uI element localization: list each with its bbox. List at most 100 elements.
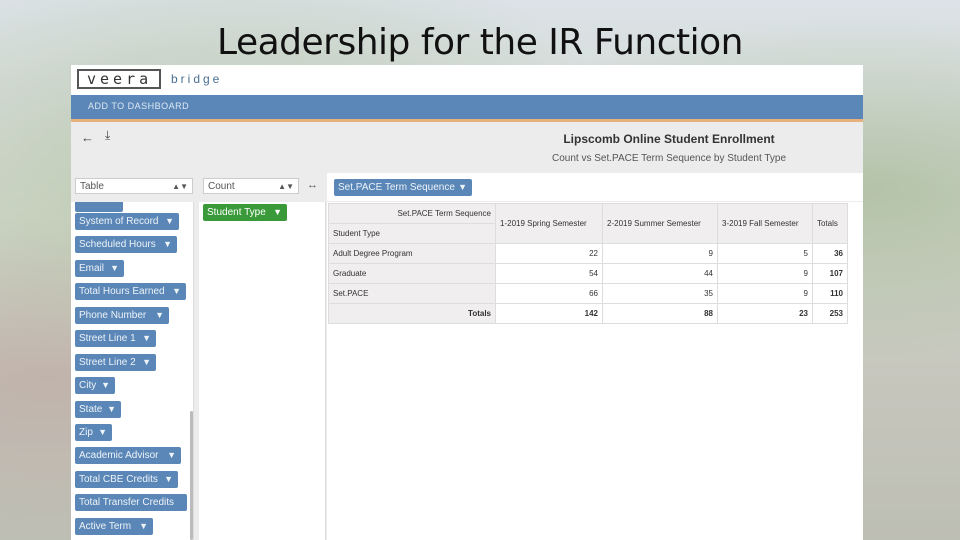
row-label: Adult Degree Program: [328, 243, 496, 264]
field-label: Street Line 1: [79, 333, 136, 344]
column-total: 23: [717, 303, 813, 324]
table-row: Adult Degree Program 22 9 5 36: [328, 243, 848, 264]
field-label: State: [79, 404, 103, 415]
field-pill[interactable]: State ▼: [75, 401, 121, 418]
field-pill[interactable]: Active Term ▼: [75, 518, 153, 535]
field-pill[interactable]: Total CBE Credits ▼: [75, 471, 178, 488]
row-field-label: Student Type: [207, 207, 266, 218]
filter-icon[interactable]: ▼: [172, 283, 181, 300]
veera-logo: veera: [77, 69, 161, 89]
cell-value: 5: [717, 243, 813, 264]
cell-value: 9: [717, 283, 813, 304]
row-label: Graduate: [328, 263, 496, 284]
column-total: 88: [602, 303, 718, 324]
filter-icon[interactable]: ▼: [164, 471, 173, 488]
table-row: Graduate 54 44 9 107: [328, 263, 848, 284]
column-header: 2-2019 Summer Semester: [602, 203, 718, 244]
filter-icon[interactable]: ▼: [142, 354, 151, 371]
field-pill[interactable]: Street Line 2 ▼: [75, 354, 156, 371]
field-label: Total Hours Earned: [79, 286, 165, 297]
row-total: 36: [812, 243, 848, 264]
top-toolbar: ADD TO DASHBOARD: [71, 95, 863, 122]
field-pill[interactable]: Total Transfer Credits: [75, 494, 187, 511]
back-arrow-icon[interactable]: ←: [81, 130, 94, 145]
field-pill[interactable]: Street Line 1 ▼: [75, 330, 156, 347]
row-total: 110: [812, 283, 848, 304]
cell-value: 35: [602, 283, 718, 304]
column-total: 142: [495, 303, 603, 324]
filter-icon[interactable]: ▼: [142, 330, 151, 347]
cell-value: 66: [495, 283, 603, 304]
field-label: Total Transfer Credits: [79, 497, 175, 508]
row-label: Set.PACE: [328, 283, 496, 304]
pivot-table: Set.PACE Term Sequence 1-2019 Spring Sem…: [328, 203, 848, 324]
filter-icon[interactable]: ▼: [139, 518, 148, 535]
field-label: Active Term: [79, 521, 132, 532]
filter-icon[interactable]: ▼: [110, 260, 119, 277]
cell-value: 9: [602, 243, 718, 264]
field-pill[interactable]: Academic Advisor ▼: [75, 447, 181, 464]
chart-subtitle: Count vs Set.PACE Term Sequence by Stude…: [551, 153, 787, 164]
field-label: City: [79, 380, 97, 391]
pivot-panel: ← ⤓ Lipscomb Online Student Enrollment C…: [71, 122, 863, 540]
download-icon[interactable]: ⤓: [105, 128, 110, 143]
field-label: Scheduled Hours: [79, 239, 156, 250]
field-pill[interactable]: Email ▼: [75, 260, 124, 277]
aggregator-select[interactable]: Count ▲▼: [203, 178, 299, 194]
filter-icon[interactable]: ▼: [155, 307, 164, 324]
filter-icon[interactable]: ▼: [163, 236, 172, 253]
field-label: Zip: [79, 427, 93, 438]
field-label: Phone Number: [79, 310, 147, 321]
swap-icon[interactable]: ↔: [307, 179, 318, 191]
field-label: Email: [79, 263, 105, 274]
field-pill[interactable]: Phone Number ▼: [75, 307, 169, 324]
field-label: Street Line 2: [79, 357, 136, 368]
scrollbar[interactable]: [190, 411, 193, 540]
field-label: Academic Advisor: [79, 450, 159, 461]
column-header: 3-2019 Fall Semester: [717, 203, 813, 244]
filter-icon[interactable]: ▼: [101, 377, 110, 394]
table-row: Set.PACE 66 35 9 110: [328, 283, 848, 304]
product-name: bridge: [171, 72, 223, 86]
column-field-label: Set.PACE Term Sequence: [338, 182, 455, 193]
col-header-label: Set.PACE Term Sequence: [328, 203, 496, 224]
cell-value: 9: [717, 263, 813, 284]
filter-icon[interactable]: ▼: [107, 401, 116, 418]
filter-icon[interactable]: ▼: [165, 213, 174, 230]
column-header: 1-2019 Spring Semester: [495, 203, 603, 244]
filter-icon[interactable]: ▼: [458, 179, 467, 196]
row-fields-area: Student Type ▼: [199, 202, 326, 540]
slide-title: Leadership for the IR Function: [217, 22, 743, 63]
cell-value: 54: [495, 263, 603, 284]
renderer-select[interactable]: Table ▲▼: [75, 178, 193, 194]
field-pill[interactable]: City ▼: [75, 377, 115, 394]
pivot-table-area: Set.PACE Term Sequence 1-2019 Spring Sem…: [327, 202, 863, 540]
totals-row: Totals 142 88 23 253: [328, 303, 848, 324]
field-label: Total CBE Credits: [79, 474, 158, 485]
filter-icon[interactable]: ▼: [98, 424, 107, 441]
field-pill-partial[interactable]: [75, 202, 123, 212]
chart-title: Lipscomb Online Student Enrollment: [563, 132, 775, 146]
select-arrows-icon: ▲▼: [172, 182, 188, 191]
field-label: System of Record: [79, 216, 159, 227]
add-to-dashboard-button[interactable]: ADD TO DASHBOARD: [88, 101, 189, 111]
row-header-label: Student Type: [328, 223, 496, 244]
row-field-pill[interactable]: Student Type ▼: [203, 204, 287, 221]
field-pill[interactable]: Scheduled Hours ▼: [75, 236, 177, 253]
totals-label: Totals: [328, 303, 496, 324]
cell-value: 22: [495, 243, 603, 264]
filter-icon[interactable]: ▼: [273, 204, 282, 221]
column-header: Totals: [812, 203, 848, 244]
filter-icon[interactable]: ▼: [167, 447, 176, 464]
field-pill[interactable]: Zip ▼: [75, 424, 112, 441]
renderer-value: Table: [80, 181, 104, 192]
field-pill[interactable]: System of Record ▼: [75, 213, 179, 230]
field-pill[interactable]: Total Hours Earned ▼: [75, 283, 186, 300]
app-window: veera bridge ADD TO DASHBOARD ← ⤓ Lipsco…: [71, 65, 863, 540]
unused-fields-list: System of Record ▼ Scheduled Hours ▼ Email…: [71, 202, 194, 540]
cell-value: 44: [602, 263, 718, 284]
column-field-pill[interactable]: Set.PACE Term Sequence ▼: [334, 179, 472, 196]
select-arrows-icon: ▲▼: [278, 182, 294, 191]
grand-total: 253: [812, 303, 848, 324]
logo-row: veera bridge: [71, 65, 863, 95]
